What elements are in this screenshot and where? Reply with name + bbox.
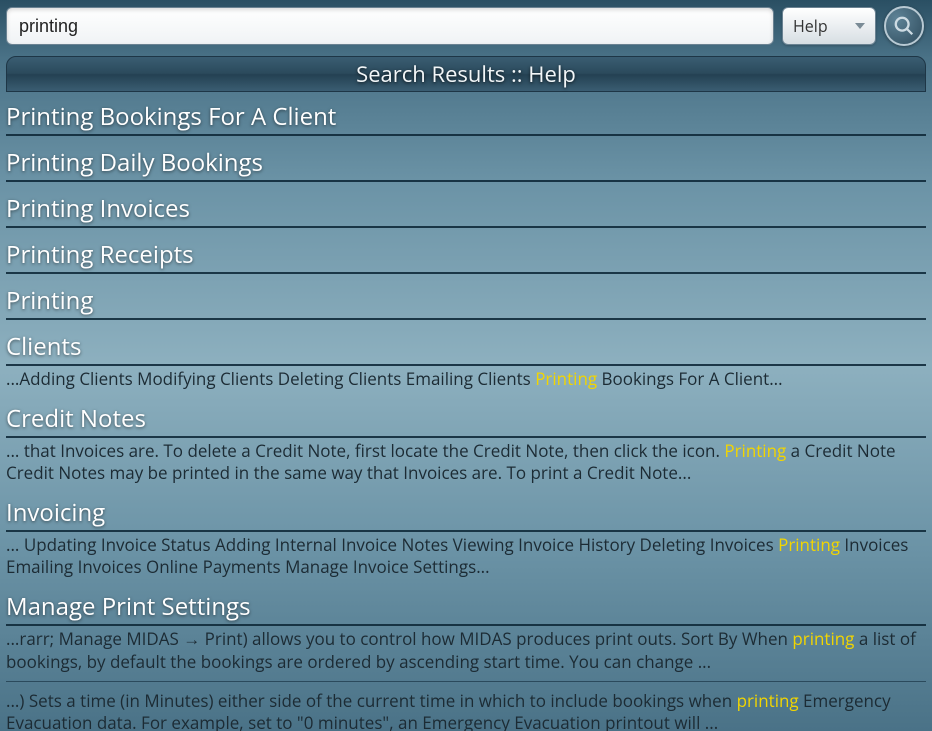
search-result: Credit Notes ... that Invoices are. To de…	[6, 398, 926, 492]
search-result-title[interactable]: Invoicing	[6, 498, 926, 528]
search-result-title[interactable]: Printing Daily Bookings	[6, 148, 926, 178]
search-result-title[interactable]: Printing	[6, 286, 926, 316]
highlight-term: Printing	[724, 439, 786, 462]
search-result-snippet: ...rarr; Manage MIDAS → Print) allows yo…	[6, 626, 926, 674]
search-result: Printing Receipts	[6, 234, 926, 280]
search-result-snippet: ... that Invoices are. To delete a Credi…	[6, 438, 926, 486]
search-result-title[interactable]: Printing Bookings For A Client	[6, 102, 926, 132]
divider	[6, 530, 926, 532]
search-scope-label: Help	[793, 15, 828, 37]
search-result-snippet: ...) Sets a time (in Minutes) either sid…	[6, 688, 926, 731]
search-result-title[interactable]: Printing Invoices	[6, 194, 926, 224]
highlight-term: printing	[737, 689, 799, 712]
search-result: Invoicing ... Updating Invoice Status Add…	[6, 492, 926, 586]
search-result: Clients ...Adding Clients Modifying Clien…	[6, 326, 926, 398]
highlight-term: Printing	[535, 367, 597, 390]
divider	[6, 436, 926, 438]
divider	[6, 364, 926, 366]
search-input[interactable]	[6, 7, 774, 45]
search-bar: Help	[0, 0, 932, 56]
search-result-snippet: ...Adding Clients Modifying Clients Dele…	[6, 366, 926, 392]
search-result: Printing	[6, 280, 926, 326]
divider	[6, 272, 926, 274]
divider	[6, 180, 926, 182]
page-title: Search Results :: Help	[356, 59, 576, 89]
search-result-title[interactable]: Clients	[6, 332, 926, 362]
search-result: Manage Print Settings ...rarr; Manage MID…	[6, 586, 926, 731]
highlight-term: printing	[792, 627, 854, 650]
search-result: Printing Daily Bookings	[6, 142, 926, 188]
chevron-down-icon	[855, 23, 865, 29]
search-result-title[interactable]: Printing Receipts	[6, 240, 926, 270]
divider	[6, 624, 926, 626]
search-results-list: Printing Bookings For A Client Printing D…	[0, 92, 932, 731]
page-title-bar: Search Results :: Help	[6, 56, 926, 92]
search-result-title[interactable]: Manage Print Settings	[6, 592, 926, 622]
search-button[interactable]	[884, 6, 924, 46]
divider	[6, 226, 926, 228]
search-result-title[interactable]: Credit Notes	[6, 404, 926, 434]
search-icon	[893, 15, 915, 37]
search-result: Printing Bookings For A Client	[6, 96, 926, 142]
search-result-snippet: ... Updating Invoice Status Adding Inter…	[6, 532, 926, 580]
highlight-term: Printing	[778, 533, 840, 556]
search-scope-dropdown[interactable]: Help	[782, 7, 876, 45]
divider	[6, 134, 926, 136]
search-result: Printing Invoices	[6, 188, 926, 234]
divider	[6, 681, 926, 682]
divider	[6, 318, 926, 320]
